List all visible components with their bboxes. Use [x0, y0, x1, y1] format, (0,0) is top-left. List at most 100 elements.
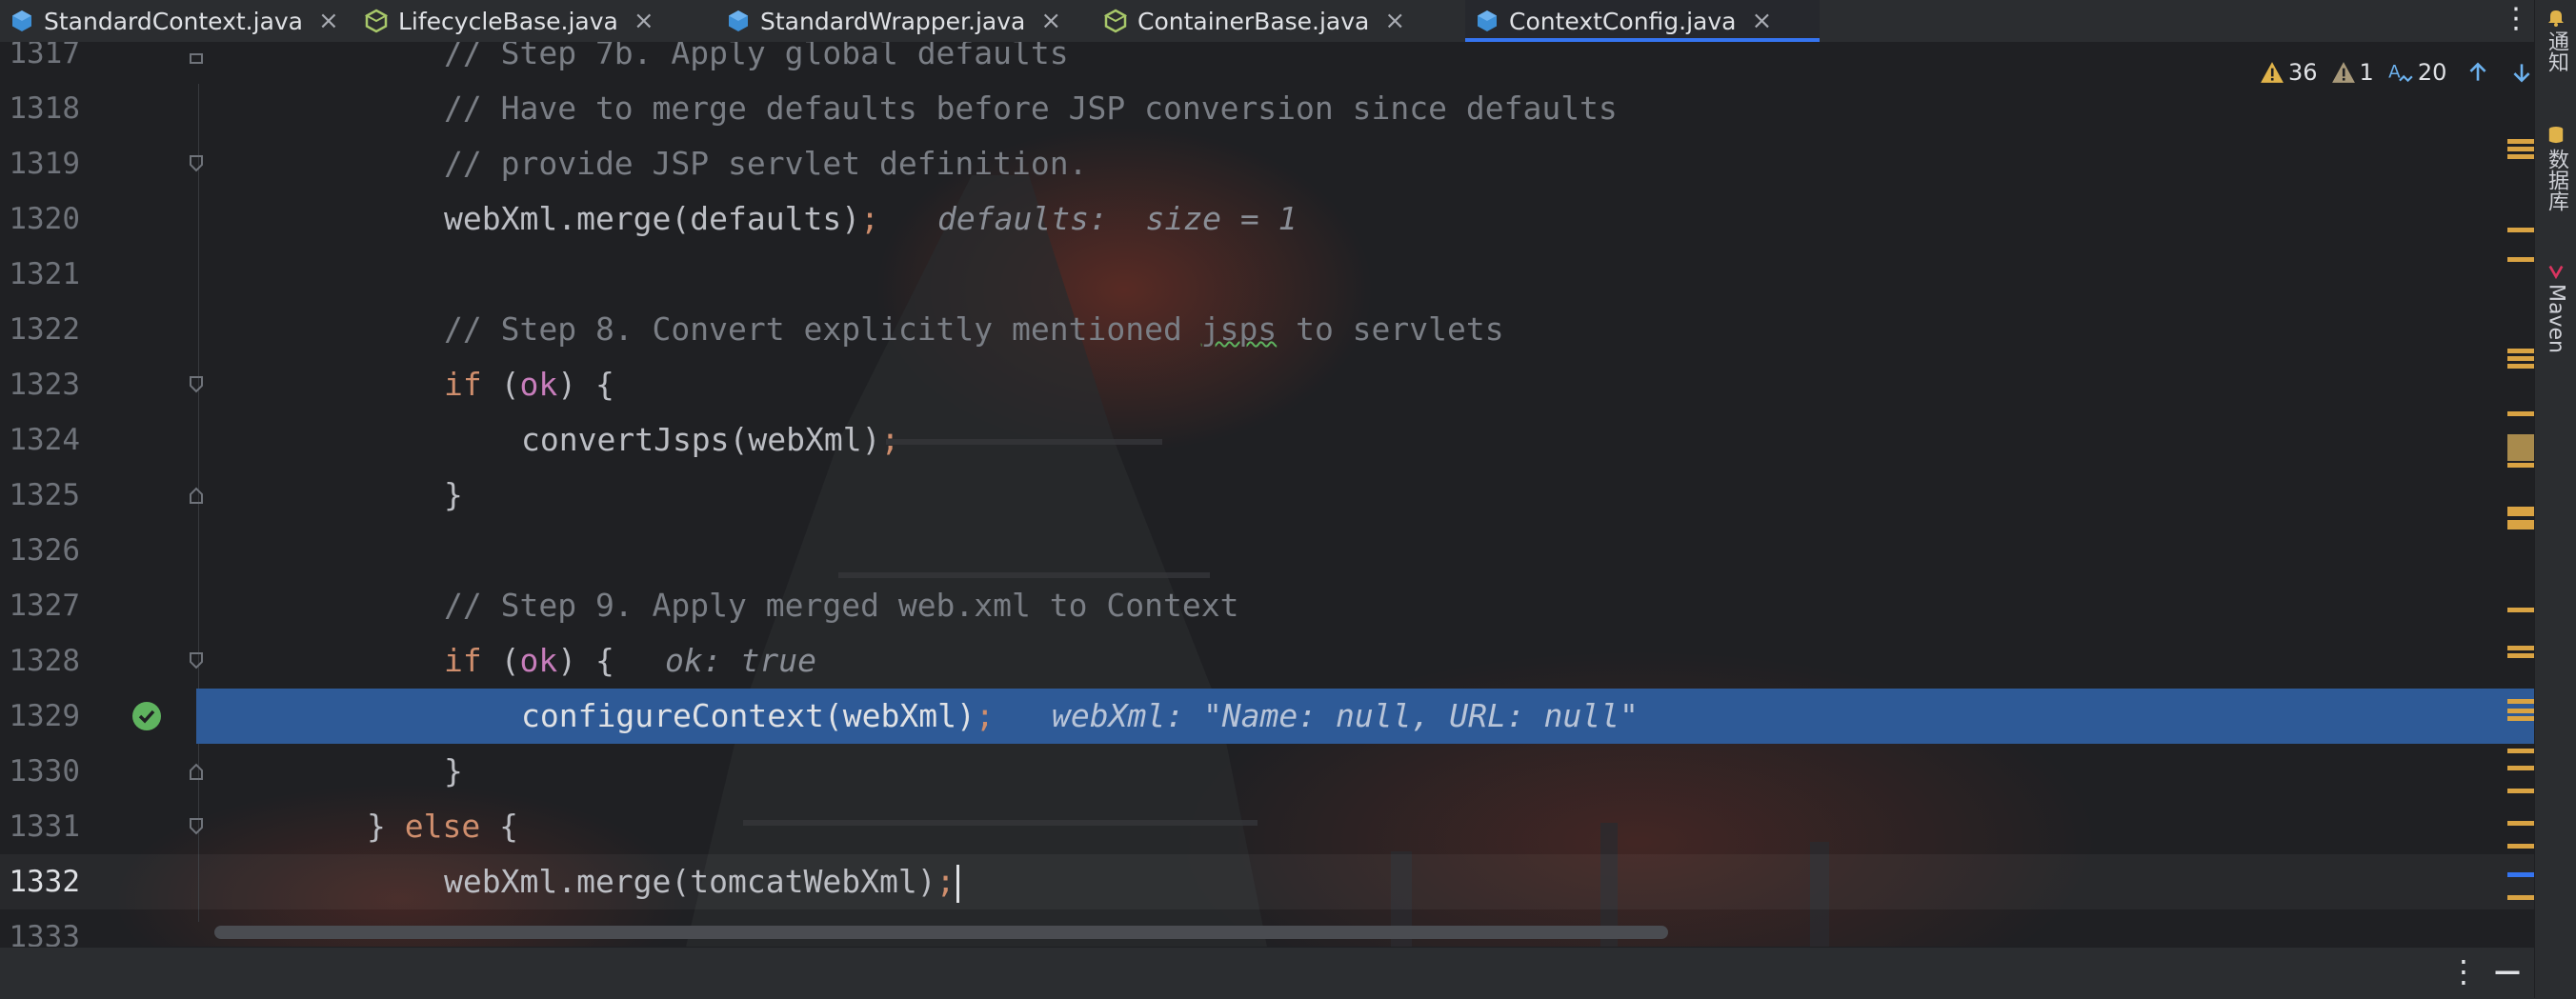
java-class-icon	[1478, 10, 1497, 31]
stripe-mark[interactable]	[2507, 434, 2534, 461]
stripe-mark[interactable]	[2507, 844, 2534, 849]
code-semicolon: ;	[880, 421, 900, 458]
code-text: convertJsps(webXml);	[521, 412, 899, 468]
fold-icon[interactable]	[189, 155, 204, 172]
line-number: 1319	[9, 147, 80, 181]
tab-label: ContainerBase.java	[1137, 7, 1370, 35]
stripe-mark[interactable]	[2507, 821, 2534, 826]
more-tabs-menu-icon[interactable]: ⋮	[2498, 0, 2534, 42]
code-line: 1328 if (ok) { ok: true	[0, 633, 2534, 689]
code-text: } else {	[367, 799, 518, 854]
line-number: 1326	[9, 533, 80, 568]
tab-standardwrapper[interactable]: StandardWrapper.java ×	[716, 0, 1094, 42]
stripe-mark[interactable]	[2507, 789, 2534, 793]
stripe-mark[interactable]	[2507, 154, 2534, 159]
line-number: 1327	[9, 589, 80, 623]
stripe-mark[interactable]	[2507, 520, 2534, 529]
fold-icon[interactable]	[189, 376, 204, 393]
code-punct: ) {	[557, 366, 614, 403]
tab-containerbase[interactable]: ContainerBase.java ×	[1094, 0, 1465, 42]
stripe-mark[interactable]	[2507, 646, 2534, 650]
editor-tab-bar: StandardContext.java × LifecycleBase.jav…	[0, 0, 2534, 43]
code-punct: (	[481, 642, 520, 679]
line-number: 1318	[9, 91, 80, 126]
stripe-mark[interactable]	[2507, 139, 2534, 144]
typo-icon: A	[2388, 62, 2413, 82]
stripe-mark[interactable]	[2507, 699, 2534, 704]
minimize-icon[interactable]: —	[2494, 955, 2521, 987]
stripe-mark[interactable]	[2507, 709, 2534, 713]
stripe-mark[interactable]	[2507, 716, 2534, 721]
breakpoint-check-icon[interactable]	[131, 701, 162, 731]
debug-inline-value: webXml: "Name: null, URL: null"	[1052, 697, 1639, 734]
maven-tool-button[interactable]: Maven	[2535, 263, 2576, 353]
close-icon[interactable]: ×	[634, 7, 654, 35]
stripe-mark[interactable]	[2507, 872, 2534, 877]
code-statement: webXml.merge(defaults)	[444, 200, 861, 237]
closing-brace: }	[444, 752, 463, 789]
stripe-mark[interactable]	[2507, 411, 2534, 416]
code-line: 1327 // Step 9. Apply merged web.xml to …	[0, 578, 2534, 633]
stripe-mark[interactable]	[2507, 349, 2534, 353]
code-comment: // Have to merge defaults before JSP con…	[444, 90, 1618, 127]
code-comment: // Step 7b. Apply global defaults	[444, 42, 1069, 71]
stripe-mark[interactable]	[2507, 257, 2534, 262]
tab-label: StandardContext.java	[44, 7, 303, 35]
close-icon[interactable]: ×	[1040, 7, 1061, 35]
tab-label: LifecycleBase.java	[398, 7, 618, 35]
warnings-counter[interactable]: 36	[2260, 59, 2318, 86]
code-line: 1317 // Step 7b. Apply global defaults	[0, 42, 2534, 81]
inspection-widget[interactable]: 36 1 A 20	[2260, 53, 2534, 91]
code-line: 1321	[0, 247, 2534, 302]
stripe-mark[interactable]	[2507, 147, 2534, 151]
error-stripe[interactable]	[2504, 42, 2534, 947]
line-number: 1332	[9, 865, 80, 899]
database-tool-button[interactable]: 数据库	[2535, 126, 2576, 211]
code-line: 1322 // Step 8. Convert explicitly menti…	[0, 302, 2534, 357]
fold-icon[interactable]	[189, 47, 204, 64]
stripe-mark[interactable]	[2507, 608, 2534, 612]
fold-icon[interactable]	[189, 652, 204, 669]
comment-text: // Step 8. Convert explicitly mentioned	[444, 310, 1201, 348]
stripe-mark[interactable]	[2507, 507, 2534, 516]
stripe-mark[interactable]	[2507, 766, 2534, 770]
line-number: 1321	[9, 257, 80, 291]
fold-icon[interactable]	[189, 818, 204, 835]
code-punct: {	[480, 808, 518, 845]
java-abstract-class-icon	[364, 9, 389, 33]
fold-icon[interactable]	[189, 763, 204, 780]
close-icon[interactable]: ×	[1384, 7, 1405, 35]
code-editor[interactable]: 1317 // Step 7b. Apply global defaults 1…	[0, 42, 2534, 947]
weak-warnings-counter[interactable]: 1	[2331, 59, 2374, 86]
line-number: 1322	[9, 312, 80, 347]
typo-highlight: jsps	[1200, 310, 1278, 348]
stripe-mark[interactable]	[2507, 364, 2534, 369]
stripe-mark[interactable]	[2507, 653, 2534, 658]
stripe-mark[interactable]	[2507, 356, 2534, 361]
line-number: 1324	[9, 423, 80, 457]
tab-contextconfig[interactable]: ContextConfig.java ×	[1465, 0, 1820, 42]
code-line: 1320 webXml.merge(defaults); defaults: s…	[0, 191, 2534, 247]
close-icon[interactable]: ×	[1751, 7, 1772, 35]
stripe-mark[interactable]	[2507, 463, 2534, 468]
tab-standardcontext[interactable]: StandardContext.java ×	[0, 0, 354, 42]
code-semicolon: ;	[936, 863, 956, 900]
code-line: 1331 } else {	[0, 799, 2534, 854]
close-icon[interactable]: ×	[318, 7, 339, 35]
code-semicolon: ;	[975, 697, 995, 734]
keyword: if	[444, 366, 482, 403]
previous-highlight-arrow-icon[interactable]	[2465, 60, 2490, 85]
line-number: 1328	[9, 644, 80, 678]
typos-counter[interactable]: A 20	[2387, 59, 2446, 86]
tab-lifecyclebase[interactable]: LifecycleBase.java ×	[354, 0, 716, 42]
fold-icon[interactable]	[189, 487, 204, 504]
current-line: 1332 webXml.merge(tomcatWebXml);	[0, 854, 2534, 909]
stripe-mark[interactable]	[2507, 749, 2534, 753]
horizontal-scrollbar[interactable]	[214, 926, 1668, 939]
stripe-mark[interactable]	[2507, 228, 2534, 232]
stripe-mark[interactable]	[2507, 895, 2534, 900]
line-number: 1329	[9, 699, 80, 733]
notifications-tool-button[interactable]: 通知	[2535, 8, 2576, 72]
keyword: else	[404, 808, 481, 845]
options-menu-icon[interactable]: ⋮	[2448, 953, 2479, 989]
